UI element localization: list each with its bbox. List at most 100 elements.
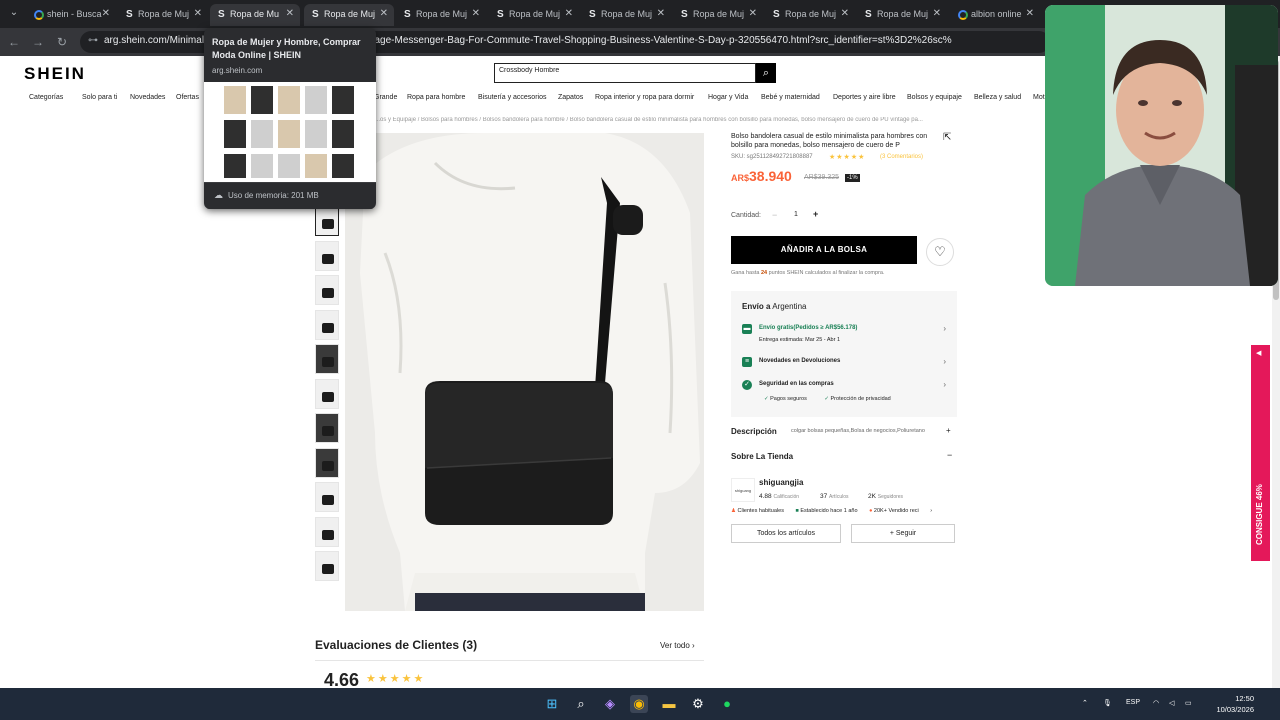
nav-item[interactable]: Belleza y salud <box>974 94 1021 101</box>
browser-tab[interactable]: S Ropa de Muj ✕ <box>857 4 947 26</box>
nav-item[interactable]: Novedades <box>130 94 165 101</box>
nav-item[interactable]: Bisutería y accesorios <box>478 94 546 101</box>
nav-item[interactable]: Zapatos <box>558 94 583 101</box>
nav-item[interactable]: Ropa interior y ropa para dormir <box>595 94 694 101</box>
quantity-increase-button[interactable]: + <box>813 209 818 219</box>
close-icon[interactable]: ✕ <box>841 4 849 24</box>
chrome-icon[interactable]: ◉ <box>630 695 648 713</box>
product-thumbnail[interactable] <box>315 413 339 443</box>
product-thumbnail[interactable] <box>315 206 339 236</box>
back-icon[interactable]: ← <box>6 34 22 50</box>
nav-item[interactable]: Grande <box>374 94 397 101</box>
browser-tab[interactable]: albion online ✕ <box>950 4 1040 26</box>
reviews-link[interactable]: (3 Comentarios) <box>880 154 923 160</box>
shipping-title[interactable]: Envío a Argentina <box>742 302 806 311</box>
clock[interactable]: 12:50 10/03/2026 <box>1208 693 1254 715</box>
browser-tab[interactable]: S Ropa de Muj ✕ <box>396 4 486 26</box>
share-icon[interactable]: ⇱ <box>943 132 951 143</box>
store-section-title[interactable]: Sobre La Tienda <box>731 452 793 461</box>
browser-tab[interactable]: S Ropa de Muj ✕ <box>118 4 208 26</box>
description-text: colgar bolsas pequeñas,Bolsa de negocios… <box>791 428 925 434</box>
product-thumbnail[interactable] <box>315 309 339 340</box>
expand-plus-icon[interactable]: + <box>946 426 951 435</box>
close-icon[interactable]: ✕ <box>472 4 480 24</box>
browser-tab[interactable]: S Ropa de Muj ✕ <box>673 4 763 26</box>
search-icon[interactable]: ⌕ <box>756 63 776 83</box>
nav-item[interactable]: Solo para ti <box>82 94 117 101</box>
site-info-icon[interactable]: ⊶ <box>88 35 100 49</box>
follow-button[interactable]: + Seguir <box>851 524 955 543</box>
nav-item[interactable]: Ropa para hombre <box>407 94 465 101</box>
store-logo[interactable]: shiguang <box>731 478 755 502</box>
search-icon[interactable]: ⌕ <box>572 695 590 713</box>
browser-tab[interactable]: S Ropa de Mu ✕ <box>210 4 300 26</box>
product-thumbnail[interactable] <box>315 240 339 271</box>
close-icon[interactable]: ✕ <box>1026 4 1034 24</box>
quantity-value[interactable]: 1 <box>794 211 798 218</box>
returns-row[interactable]: ≡ Novedades en Devoluciones › <box>742 357 948 371</box>
product-thumbnail[interactable] <box>315 482 339 512</box>
collapse-minus-icon[interactable]: − <box>947 450 952 460</box>
file-explorer-icon[interactable]: ▬ <box>660 695 678 713</box>
breadcrumb[interactable]: ...os y Equipaje / Bolsos para hombres /… <box>375 117 955 123</box>
nav-item[interactable]: Bolsos y equipaje <box>907 94 962 101</box>
language-indicator[interactable]: ESP <box>1126 699 1140 706</box>
add-to-bag-button[interactable]: AÑADIR A LA BOLSA <box>731 236 917 264</box>
nav-item[interactable]: Deportes y aire libre <box>833 94 896 101</box>
product-thumbnail[interactable] <box>315 378 339 409</box>
battery-icon[interactable]: ▭ <box>1185 699 1192 707</box>
windows-start-icon[interactable]: ⊞ <box>543 695 561 713</box>
wishlist-heart-icon[interactable]: ♡ <box>926 238 954 266</box>
reload-icon[interactable]: ↻ <box>54 34 70 50</box>
browser-tab[interactable]: shein - Busca ✕ <box>26 4 116 26</box>
free-shipping-row[interactable]: ▬ Envío gratis(Pedidos ≥ AR$56.178) › <box>742 324 948 338</box>
nav-item[interactable]: Bebé y maternidad <box>761 94 820 101</box>
side-promo-tab[interactable]: ◀ CONSIGUE 46% <box>1251 345 1270 561</box>
product-thumbnail[interactable] <box>315 516 339 547</box>
nav-item[interactable]: Categorías <box>29 94 63 101</box>
store-items: 37 Artículos <box>820 493 849 500</box>
all-items-button[interactable]: Todos los artículos <box>731 524 841 543</box>
close-icon[interactable]: ✕ <box>657 4 665 24</box>
quantity-decrease-button[interactable]: − <box>772 210 777 220</box>
tab-title: albion online <box>971 9 1022 19</box>
close-icon[interactable]: ✕ <box>194 4 202 24</box>
security-checks: ✓ Pagos seguros ✓ Protección de privacid… <box>764 396 907 402</box>
chevron-right-icon[interactable]: › <box>930 508 932 514</box>
nav-item[interactable]: Ofertas <box>176 94 199 101</box>
spotify-icon[interactable]: ● <box>718 695 736 713</box>
settings-gear-icon[interactable]: ⚙ <box>689 695 707 713</box>
tab-search-icon[interactable]: ⌄ <box>6 5 22 21</box>
browser-tab[interactable]: S Ropa de Muj ✕ <box>581 4 671 26</box>
wifi-icon[interactable]: ◠ <box>1153 699 1159 707</box>
product-thumbnail[interactable] <box>315 447 339 478</box>
copilot-icon[interactable]: ◈ <box>601 695 619 713</box>
chevron-up-icon[interactable]: ⌃ <box>1082 699 1088 707</box>
search-field[interactable] <box>494 63 756 83</box>
product-thumbnail[interactable] <box>315 275 339 305</box>
nav-item[interactable]: Hogar y Vida <box>708 94 748 101</box>
nav-item[interactable]: Mot <box>1033 94 1045 101</box>
chevron-right-icon: › <box>943 380 946 389</box>
product-main-image[interactable] <box>345 133 704 611</box>
description-title[interactable]: Descripción <box>731 427 777 436</box>
product-thumbnail[interactable] <box>315 344 339 374</box>
search-input[interactable] <box>499 67 749 74</box>
close-icon[interactable]: ✕ <box>565 4 573 24</box>
security-row[interactable]: ✓ Seguridad en las compras › <box>742 380 948 394</box>
close-icon[interactable]: ✕ <box>380 4 388 24</box>
forward-icon[interactable]: → <box>30 34 46 50</box>
close-icon[interactable]: ✕ <box>749 4 757 24</box>
browser-tab[interactable]: S Ropa de Muj ✕ <box>304 4 394 26</box>
microphone-icon[interactable]: 🎙 <box>1103 699 1112 707</box>
browser-tab[interactable]: S Ropa de Muj ✕ <box>765 4 855 26</box>
see-all-reviews-link[interactable]: Ver todo › <box>660 641 695 650</box>
store-name[interactable]: shiguangjia <box>759 478 803 487</box>
shein-logo[interactable]: SHEIN <box>24 64 86 84</box>
close-icon[interactable]: ✕ <box>102 4 110 24</box>
product-thumbnail[interactable] <box>315 551 339 581</box>
volume-icon[interactable]: ◁ <box>1169 699 1174 707</box>
close-icon[interactable]: ✕ <box>286 4 294 24</box>
close-icon[interactable]: ✕ <box>933 4 941 24</box>
browser-tab[interactable]: S Ropa de Muj ✕ <box>489 4 579 26</box>
